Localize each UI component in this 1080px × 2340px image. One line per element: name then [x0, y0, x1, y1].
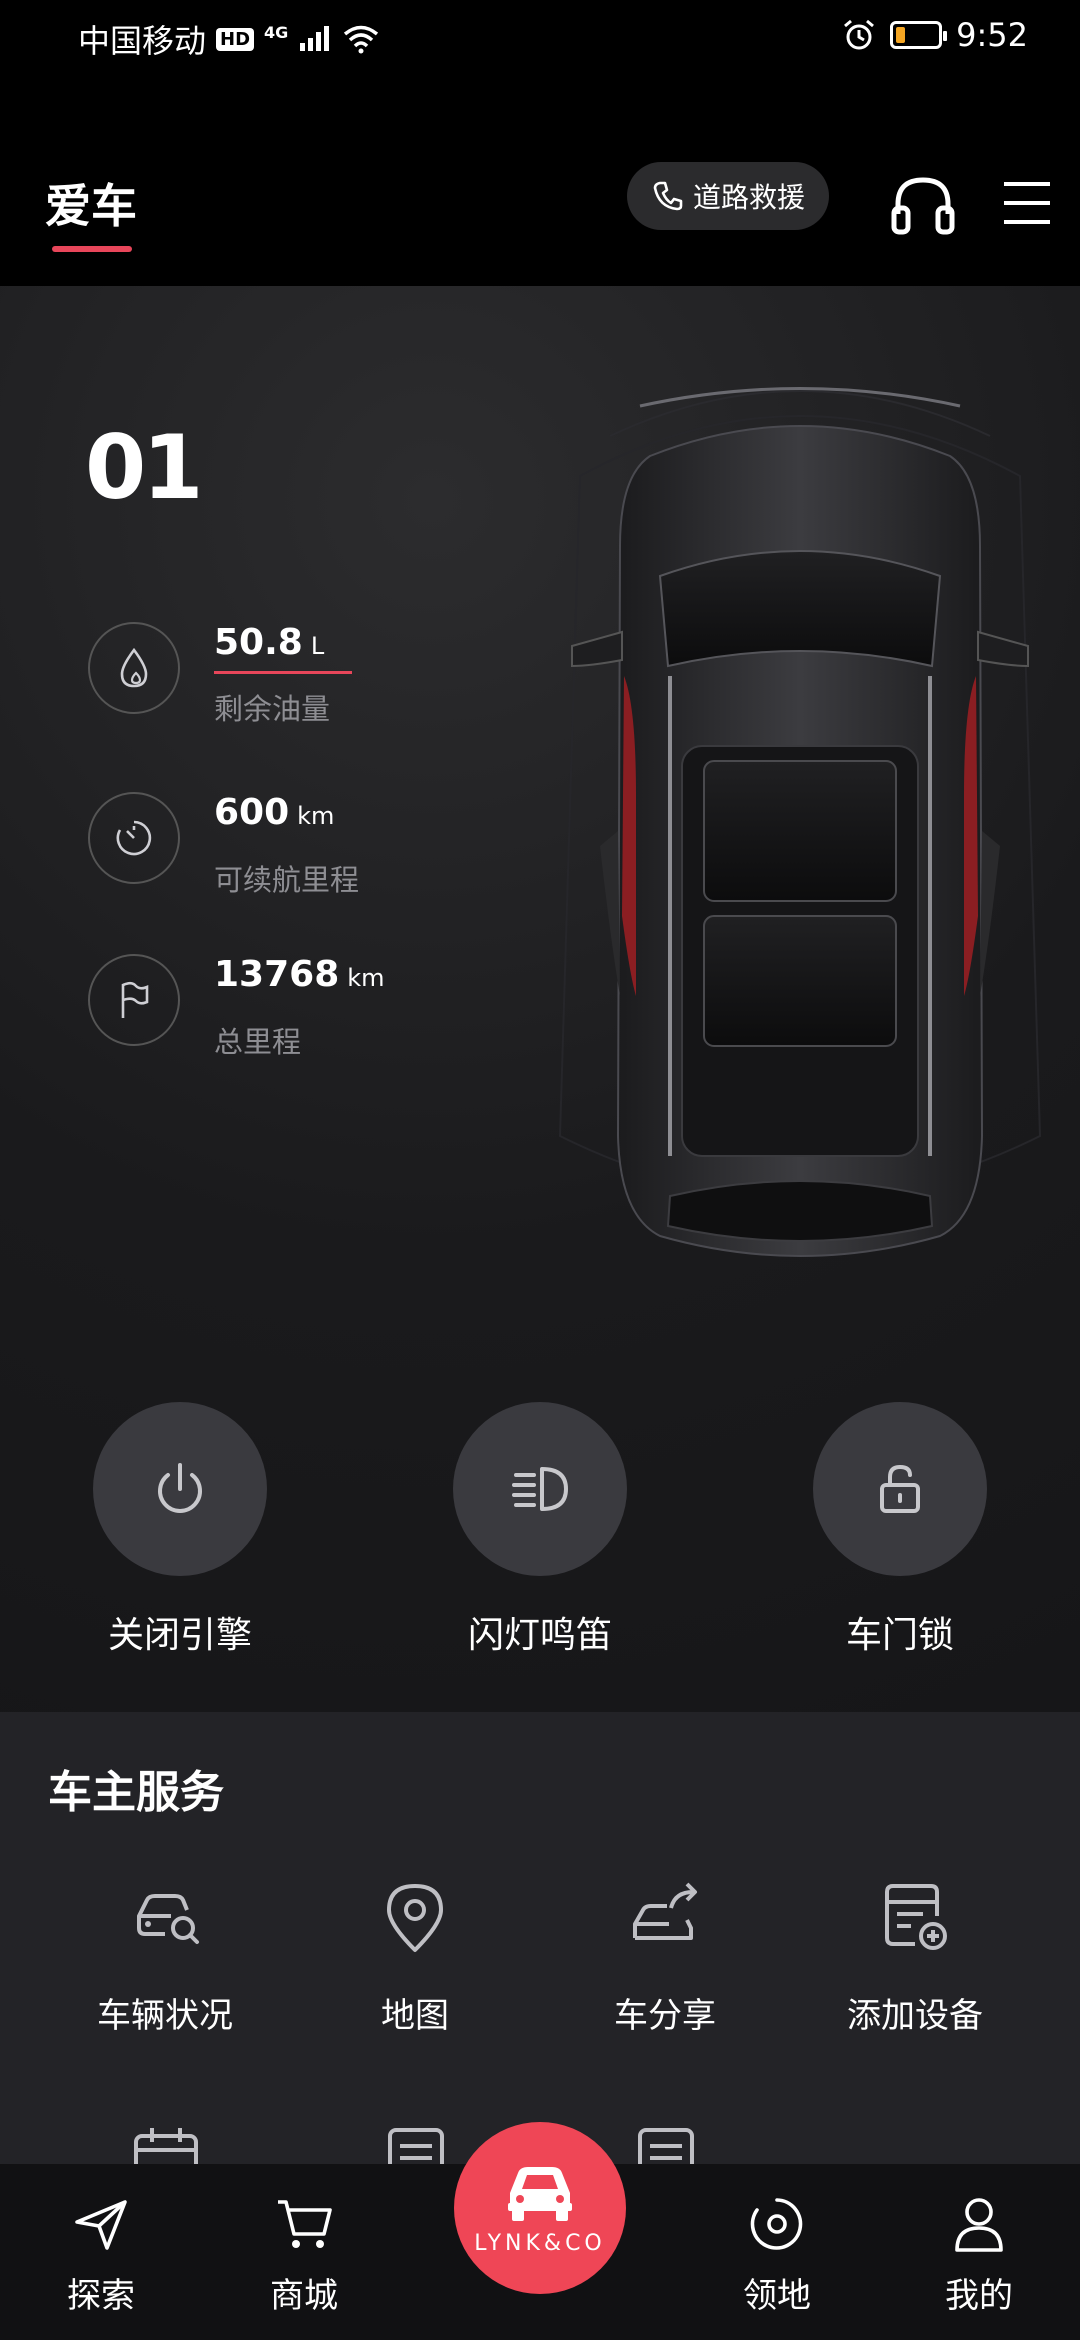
- hd-badge: HD: [216, 27, 255, 51]
- page-title[interactable]: 爱车: [45, 170, 137, 236]
- stat-range-value-line: 600 km: [214, 792, 359, 833]
- nav-label: 领地: [743, 2276, 811, 2316]
- stat-range-text: 600 km 可续航里程: [214, 792, 359, 899]
- cart-icon: [278, 2200, 332, 2248]
- action-flash-honk[interactable]: 闪灯鸣笛: [410, 1402, 670, 1658]
- vehicle-panel: 01 50.8 L 剩余油量 600 km 可续航里程 13768 km 总里程…: [0, 286, 1080, 1712]
- stat-label: 可续航里程: [214, 863, 360, 897]
- stat-fuel-text: 50.8 L 剩余油量: [214, 622, 352, 728]
- service-label: 车辆状况: [97, 1996, 233, 2036]
- nav-label: 我的: [945, 2276, 1013, 2316]
- section-title: 车主服务: [48, 1767, 224, 1818]
- range-gauge-icon: [88, 792, 180, 884]
- active-tab-indicator: [52, 246, 132, 252]
- car-top-view-image: [558, 387, 1042, 1257]
- action-label: 车门锁: [845, 1615, 954, 1656]
- stat-accent-line: [214, 671, 352, 674]
- flash-honk-button[interactable]: [453, 1402, 627, 1576]
- signal-icon: [300, 26, 330, 51]
- phone-icon: [653, 181, 683, 211]
- network-type: 4G: [264, 22, 289, 42]
- stat-label: 总里程: [214, 1025, 302, 1059]
- road-rescue-label: 道路救援: [692, 181, 805, 214]
- status-right: 9:52: [842, 16, 1028, 54]
- stat-unit: L: [310, 632, 325, 660]
- stat-odometer-value-line: 13768 km: [214, 954, 385, 995]
- action-engine-off[interactable]: 关闭引擎: [50, 1402, 310, 1658]
- service-map[interactable]: 地图: [290, 1878, 540, 2037]
- action-door-lock[interactable]: 车门锁: [770, 1402, 1030, 1658]
- car-icon: [508, 2166, 572, 2221]
- headlight-icon: [512, 1467, 568, 1511]
- car-share-icon: [633, 1882, 697, 1940]
- nav-explore[interactable]: 探索: [26, 2194, 176, 2317]
- action-label: 关闭引擎: [107, 1615, 252, 1656]
- stat-unit: km: [297, 802, 335, 830]
- service-label: 添加设备: [847, 1996, 983, 2036]
- menu-icon[interactable]: [1000, 176, 1054, 230]
- action-label: 闪灯鸣笛: [467, 1615, 612, 1656]
- nav-mall[interactable]: 商城: [229, 2194, 379, 2317]
- stat-value: 600: [214, 792, 290, 833]
- door-lock-button[interactable]: [813, 1402, 987, 1576]
- engine-off-button[interactable]: [93, 1402, 267, 1576]
- car-search-icon: [137, 1894, 199, 1944]
- add-device-icon: [885, 1884, 947, 1950]
- stat-fuel[interactable]: 50.8 L 剩余油量: [88, 622, 352, 728]
- stat-odometer-text: 13768 km 总里程: [214, 954, 385, 1061]
- service-vehicle-status[interactable]: 车辆状况: [40, 1878, 290, 2037]
- flag-icon: [88, 954, 180, 1046]
- stat-odometer[interactable]: 13768 km 总里程: [88, 954, 385, 1061]
- app-header: 爱车 道路救援: [0, 150, 1080, 286]
- territory-icon: [750, 2198, 803, 2250]
- stat-value: 50.8: [214, 622, 303, 663]
- send-icon: [75, 2200, 127, 2250]
- power-icon: [158, 1463, 202, 1513]
- stat-value: 13768: [214, 954, 340, 995]
- wifi-icon: [344, 25, 379, 54]
- stat-label: 剩余油量: [214, 692, 331, 726]
- nav-territory[interactable]: 领地: [702, 2194, 852, 2317]
- headset-icon[interactable]: [888, 170, 958, 240]
- service-car-share[interactable]: 车分享: [540, 1878, 790, 2037]
- model-logo: 01: [85, 416, 203, 519]
- alarm-icon: [844, 19, 875, 50]
- map-pin-icon: [387, 1884, 443, 1952]
- carrier-name: 中国移动: [78, 22, 207, 60]
- brand-logo-text: LYNK&CO: [474, 2230, 606, 2256]
- road-rescue-button[interactable]: 道路救援: [627, 162, 829, 230]
- battery-icon: [890, 21, 948, 49]
- quick-actions: 关闭引擎 闪灯鸣笛 车门锁: [0, 1402, 1080, 1656]
- unlock-icon: [880, 1464, 920, 1513]
- nav-my-car-button[interactable]: LYNK&CO: [454, 2122, 626, 2294]
- nav-label: 商城: [270, 2276, 338, 2316]
- status-bar: 中国移动 HD 4G 9:52: [0, 0, 1080, 80]
- stat-range[interactable]: 600 km 可续航里程: [88, 792, 359, 899]
- clock: 9:52: [956, 16, 1028, 54]
- app-screen: 中国移动 HD 4G 9:52 爱车 道路救援 01 50.8 L 剩余油量 6…: [0, 0, 1080, 2340]
- fuel-drop-icon: [88, 622, 180, 714]
- stat-unit: km: [347, 964, 385, 992]
- status-left: 中国移动 HD 4G: [78, 16, 380, 62]
- nav-label: 探索: [67, 2276, 135, 2316]
- service-add-device[interactable]: 添加设备: [790, 1878, 1040, 2037]
- battery-level: [896, 27, 906, 43]
- service-label: 地图: [381, 1996, 449, 2036]
- nav-mine[interactable]: 我的: [904, 2194, 1054, 2317]
- service-label: 车分享: [614, 1996, 716, 2036]
- stat-fuel-value-line: 50.8 L: [214, 622, 352, 663]
- person-icon: [955, 2198, 1003, 2252]
